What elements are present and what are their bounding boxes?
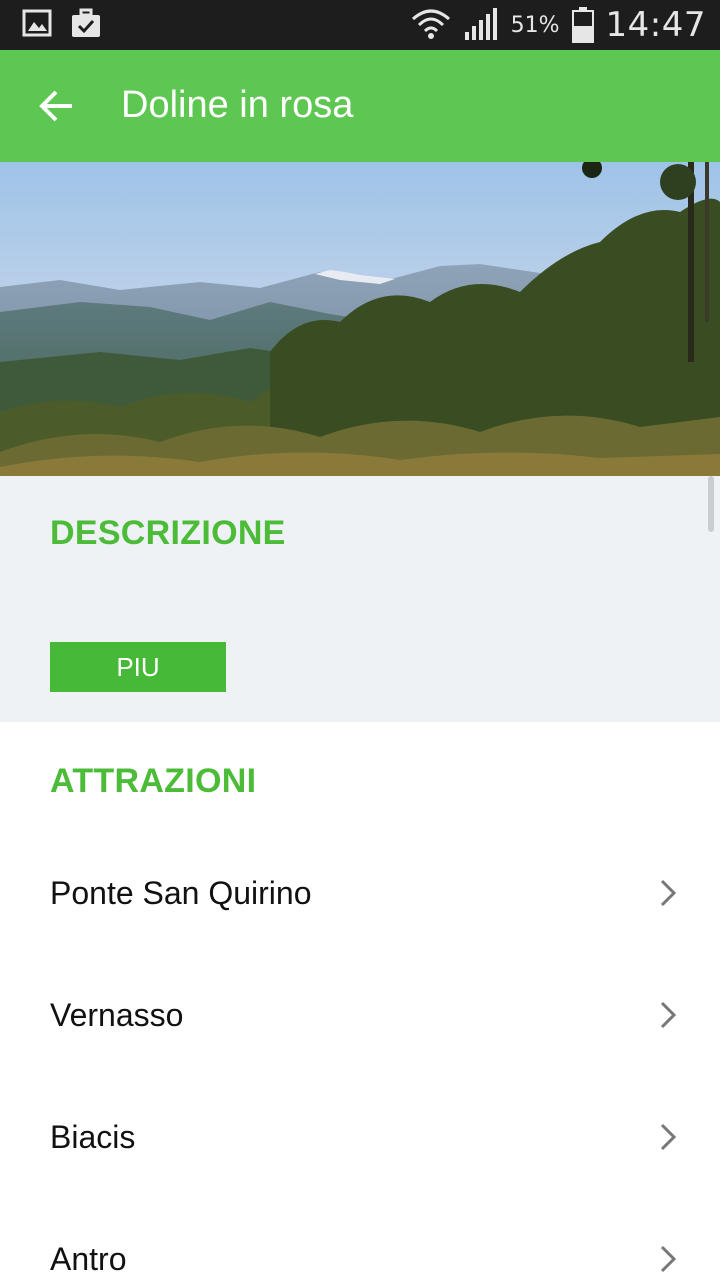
list-item-label: Ponte San Quirino — [50, 874, 312, 911]
chevron-right-icon — [660, 879, 677, 907]
hero-image — [0, 162, 720, 476]
page-title: Doline in rosa — [121, 84, 354, 126]
list-item[interactable]: Ponte San Quirino — [0, 832, 720, 954]
list-item[interactable]: Antro — [0, 1198, 720, 1280]
briefcase-check-icon — [72, 8, 100, 37]
arrow-left-icon — [39, 90, 72, 122]
app-bar: Doline in rosa — [0, 50, 720, 162]
battery-percent: 51% — [510, 12, 560, 38]
description-heading: DESCRIZIONE — [50, 514, 286, 552]
battery-icon — [571, 7, 594, 43]
back-button[interactable] — [30, 80, 82, 132]
list-item[interactable]: Vernasso — [0, 954, 720, 1076]
wifi-icon — [411, 9, 450, 39]
image-notification-icon — [22, 9, 52, 37]
clock: 14:47 — [605, 5, 706, 45]
chevron-right-icon — [660, 1123, 677, 1151]
chevron-right-icon — [660, 1245, 677, 1273]
status-bar: 51% 14:47 — [0, 0, 720, 50]
attractions-section: ATTRAZIONI Ponte San Quirino Vernasso Bi… — [0, 722, 720, 1280]
description-section: DESCRIZIONE PIU — [0, 476, 720, 722]
list-item-label: Vernasso — [50, 996, 184, 1033]
list-item-label: Biacis — [50, 1118, 136, 1155]
scrollbar[interactable] — [708, 476, 714, 532]
more-button[interactable]: PIU — [50, 642, 226, 692]
attractions-heading: ATTRAZIONI — [50, 762, 257, 800]
chevron-right-icon — [660, 1001, 677, 1029]
signal-icon — [464, 8, 497, 40]
list-item-label: Antro — [50, 1240, 127, 1277]
list-item[interactable]: Biacis — [0, 1076, 720, 1198]
